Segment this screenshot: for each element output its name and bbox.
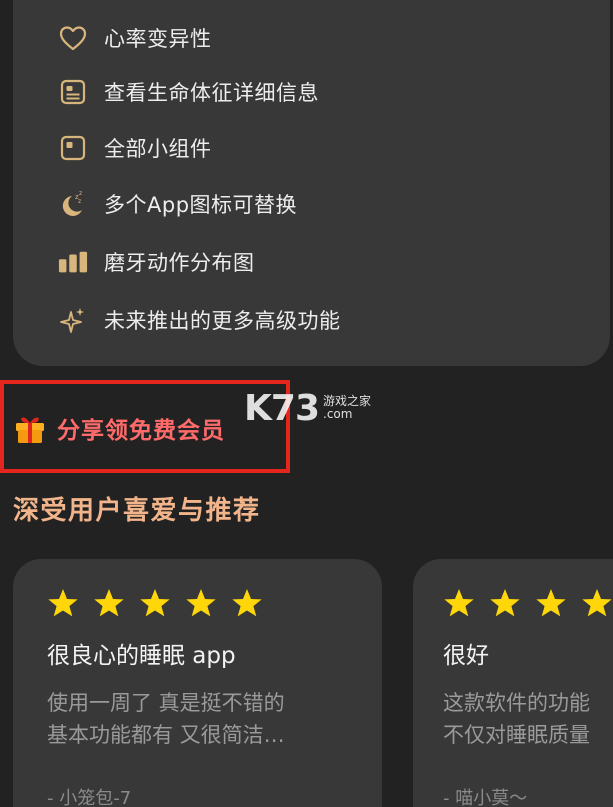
sparkle-icon <box>58 305 88 335</box>
feature-item-hrv: 心率变异性 <box>58 18 212 58</box>
feature-item-app-icons: zzz 多个App图标可替换 <box>58 184 297 224</box>
star-icon <box>444 589 474 617</box>
review-author: - 喵小莫～ <box>443 788 528 807</box>
star-icon <box>582 589 612 617</box>
star-icon <box>48 589 78 617</box>
feature-label: 全部小组件 <box>104 137 212 161</box>
svg-text:z: z <box>79 190 82 197</box>
feature-label: 磨牙动作分布图 <box>104 251 255 275</box>
share-label: 分享领免费会员 <box>57 418 225 444</box>
moon-sleep-icon: zzz <box>58 189 88 219</box>
share-free-membership-link[interactable]: 分享领免费会员 <box>13 404 225 452</box>
feature-item-widgets: 全部小组件 <box>58 128 212 168</box>
svg-text:z: z <box>78 198 81 205</box>
gift-icon <box>13 411 47 445</box>
review-card[interactable]: 很良心的睡眠 app 使用一周了 真是挺不错的 基本功能都有 又很简洁… - 小… <box>13 559 382 807</box>
star-icon <box>94 589 124 617</box>
review-card[interactable]: 很好 这款软件的功能 不仅对睡眠质量 - 喵小莫～ <box>413 559 613 807</box>
page: 心率变异性 查看生命体征详细信息 全部小组件 zzz 多个App图标可替换 磨牙… <box>0 0 613 807</box>
review-body: 这款软件的功能 不仅对睡眠质量 <box>443 687 613 751</box>
heart-icon <box>58 23 88 53</box>
star-icon <box>490 589 520 617</box>
star-icon <box>536 589 566 617</box>
watermark-side: 游戏之家 .com <box>323 395 371 420</box>
feature-label: 查看生命体征详细信息 <box>104 81 319 105</box>
watermark-com: .com <box>323 407 353 421</box>
premium-features-card: 心率变异性 查看生命体征详细信息 全部小组件 zzz 多个App图标可替换 磨牙… <box>13 0 610 366</box>
vitals-card-icon <box>58 77 88 107</box>
bar-chart-icon <box>58 247 88 277</box>
rating-stars <box>47 587 277 619</box>
review-body: 使用一周了 真是挺不错的 基本功能都有 又很简洁… <box>47 687 357 751</box>
star-icon <box>140 589 170 617</box>
feature-label: 心率变异性 <box>104 27 212 51</box>
review-author: - 小笼包-7 <box>47 788 132 807</box>
reviews-section-title: 深受用户喜爱与推荐 <box>13 496 261 526</box>
review-title: 很良心的睡眠 app <box>47 643 236 669</box>
feature-label: 未来推出的更多高级功能 <box>104 309 341 333</box>
star-icon <box>232 589 262 617</box>
review-body-line: 基本功能都有 又很简洁… <box>47 723 285 747</box>
review-body-line: 使用一周了 真是挺不错的 <box>47 691 285 715</box>
feature-item-future: 未来推出的更多高级功能 <box>58 300 341 340</box>
feature-item-grinding-chart: 磨牙动作分布图 <box>58 242 255 282</box>
feature-label: 多个App图标可替换 <box>104 193 298 217</box>
review-body-line: 这款软件的功能 <box>443 691 590 715</box>
star-icon <box>186 589 216 617</box>
widget-icon <box>58 133 88 163</box>
watermark-main: K73 <box>244 387 320 429</box>
watermark-logo: K73 游戏之家 .com <box>244 383 371 433</box>
feature-item-vitals: 查看生命体征详细信息 <box>58 72 319 112</box>
rating-stars <box>443 587 613 619</box>
review-title: 很好 <box>443 643 489 669</box>
review-body-line: 不仅对睡眠质量 <box>443 723 590 747</box>
